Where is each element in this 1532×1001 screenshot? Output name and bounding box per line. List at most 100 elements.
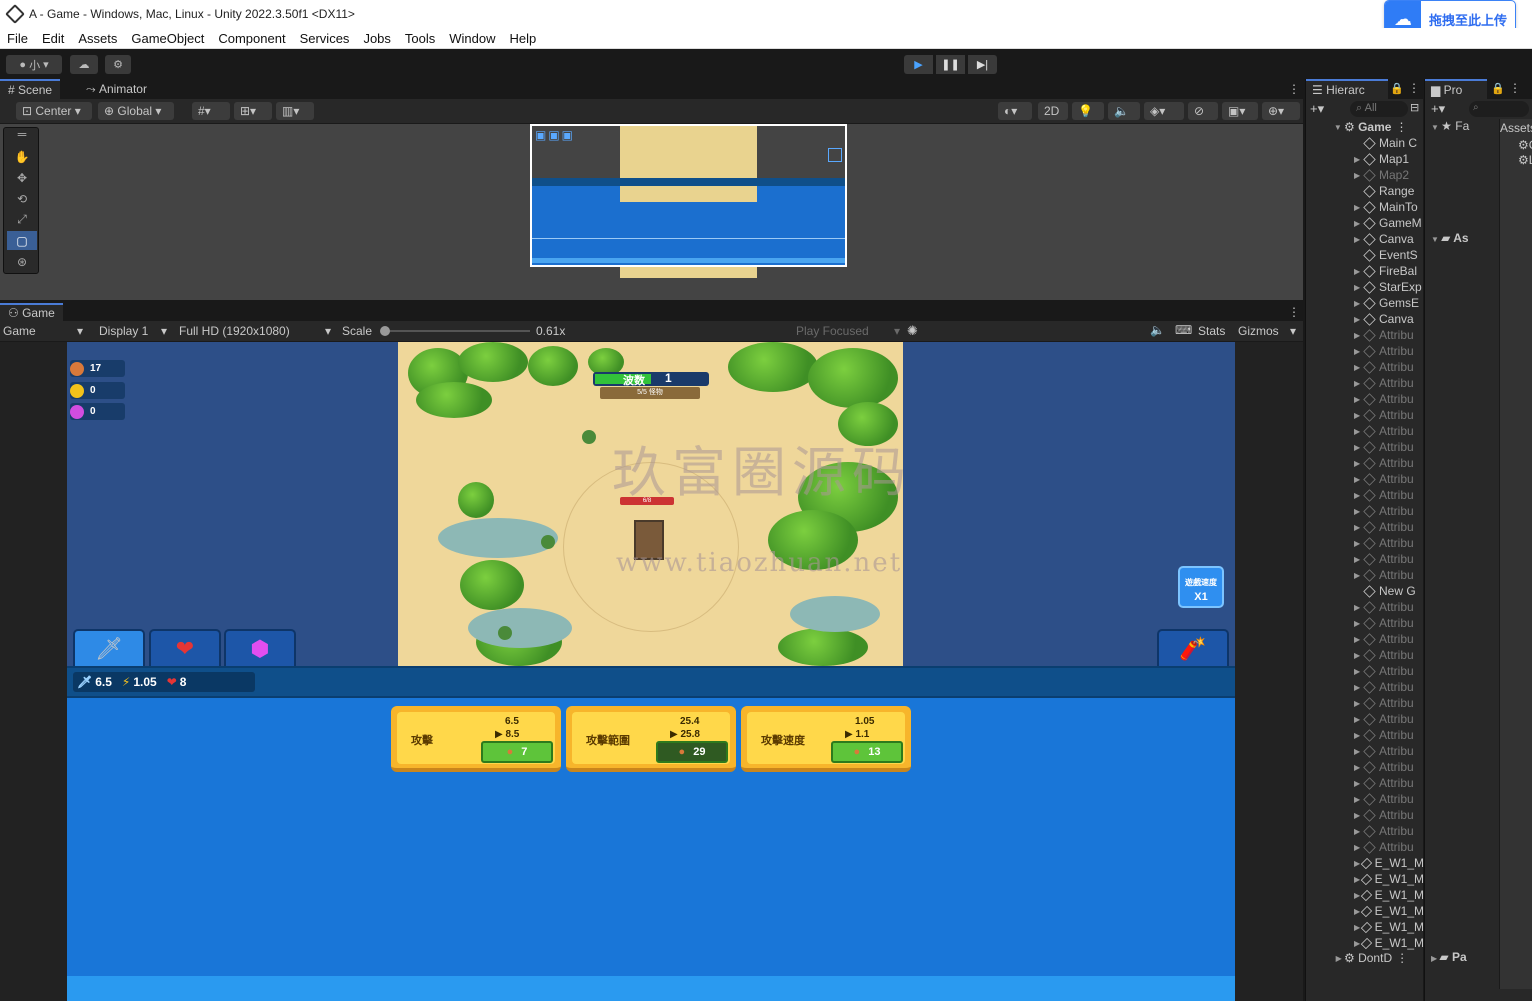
upgrade-cost-button[interactable]: ● 29: [656, 741, 728, 763]
hierarchy-item[interactable]: ▶ Attribu: [1306, 439, 1424, 455]
visibility-icon[interactable]: ⊘: [1188, 102, 1218, 120]
mute-audio-icon[interactable]: 🔈: [1150, 323, 1165, 337]
filter-icon[interactable]: ⊟: [1410, 101, 1419, 114]
audio-icon[interactable]: 🔈: [1108, 102, 1140, 120]
hierarchy-item[interactable]: ▶ Attribu: [1306, 631, 1424, 647]
menu-component[interactable]: Component: [211, 31, 292, 46]
play-button[interactable]: ▶: [904, 55, 933, 74]
hierarchy-search-input[interactable]: ⌕ All: [1350, 101, 1408, 117]
display-dropdown[interactable]: Display 1 ▾: [99, 324, 171, 338]
hierarchy-item[interactable]: ▶ Attribu: [1306, 727, 1424, 743]
menu-assets[interactable]: Assets: [71, 31, 124, 46]
tab-attack[interactable]: 🗡: [73, 629, 145, 666]
upgrade-card-attack[interactable]: 攻擊 6.5 ▶ 8.5 ● 7: [391, 706, 561, 772]
hierarchy-item[interactable]: ▶ Attribu: [1306, 599, 1424, 615]
hierarchy-item[interactable]: ▶ Attribu: [1306, 839, 1424, 855]
grid-snap-button[interactable]: #▾: [192, 102, 230, 120]
hierarchy-item[interactable]: ▶ Attribu: [1306, 487, 1424, 503]
bug-icon[interactable]: ✺: [907, 323, 918, 339]
menu-jobs[interactable]: Jobs: [356, 31, 397, 46]
game-view[interactable]: 波数 1 5/5 怪物 6/8 17 0 0 遊戲速度 X1 🗡 ❤ ⬢ 🧨 🗡: [0, 342, 1303, 1001]
hierarchy-item[interactable]: ▶ E_W1_M: [1306, 871, 1424, 887]
hierarchy-item[interactable]: ▶ E_W1_M: [1306, 919, 1424, 935]
hierarchy-item[interactable]: ▶ E_W1_M: [1306, 935, 1424, 951]
hierarchy-item[interactable]: ▶ Map1: [1306, 151, 1424, 167]
gizmos-icon[interactable]: ⊕▾: [1262, 102, 1300, 120]
scale-slider[interactable]: [382, 330, 530, 332]
menu-file[interactable]: File: [0, 31, 35, 46]
hierarchy-item[interactable]: ▶ Attribu: [1306, 503, 1424, 519]
hierarchy-item[interactable]: ▶ Attribu: [1306, 759, 1424, 775]
tab-gems[interactable]: ⬢: [224, 629, 296, 666]
hierarchy-item[interactable]: ▶ Attribu: [1306, 823, 1424, 839]
hierarchy-item[interactable]: ▶ Attribu: [1306, 535, 1424, 551]
draw-mode-button[interactable]: ◐▾: [998, 102, 1032, 120]
hierarchy-item[interactable]: ▶ Attribu: [1306, 391, 1424, 407]
project-lock-icon[interactable]: 🔒: [1491, 82, 1505, 95]
hierarchy-item[interactable]: ▶ Attribu: [1306, 519, 1424, 535]
game-speed-button[interactable]: 遊戲速度 X1: [1178, 566, 1224, 608]
scale-tool-icon[interactable]: ⤢: [7, 210, 37, 229]
tab-project[interactable]: ▆ Pro: [1425, 79, 1487, 99]
game-menu-kebab-icon[interactable]: ⋮: [1280, 303, 1308, 321]
hierarchy-item[interactable]: ▶ E_W1_M: [1306, 855, 1424, 871]
hand-tool-icon[interactable]: ✋: [7, 147, 37, 166]
menu-window[interactable]: Window: [442, 31, 502, 46]
hierarchy-item[interactable]: EventS: [1306, 247, 1424, 263]
move-tool-icon[interactable]: ✥: [7, 168, 37, 187]
enemy-goblin[interactable]: [582, 430, 596, 444]
menu-gameobject[interactable]: GameObject: [124, 31, 211, 46]
assets-root-node[interactable]: ▼ ▰ As: [1431, 231, 1469, 245]
hierarchy-item[interactable]: Main C: [1306, 135, 1424, 151]
stats-button[interactable]: Stats: [1198, 324, 1225, 338]
pause-button[interactable]: ❚❚: [936, 55, 965, 74]
create-asset-button[interactable]: +▾: [1431, 101, 1445, 117]
hierarchy-item[interactable]: ▶ Attribu: [1306, 343, 1424, 359]
hierarchy-menu-kebab-icon[interactable]: ⋮: [1408, 81, 1420, 95]
project-menu-kebab-icon[interactable]: ⋮: [1509, 81, 1521, 95]
hierarchy-item[interactable]: ▶ Attribu: [1306, 807, 1424, 823]
camera-icon[interactable]: ▣▾: [1222, 102, 1258, 120]
root-kebab-icon[interactable]: ⋮: [1395, 120, 1407, 134]
hierarchy-item[interactable]: ▶ Canva: [1306, 311, 1424, 327]
add-object-button[interactable]: +▾: [1310, 101, 1324, 117]
hierarchy-item[interactable]: ▶ Attribu: [1306, 471, 1424, 487]
hierarchy-item[interactable]: ▶ FireBal: [1306, 263, 1424, 279]
asset-item[interactable]: ⚙Ga: [1500, 135, 1532, 152]
hierarchy-item[interactable]: ▶ Attribu: [1306, 615, 1424, 631]
account-dropdown[interactable]: ● 小 ▾: [6, 55, 62, 74]
view-dropdown[interactable]: Game ▾: [3, 324, 87, 338]
hierarchy-item[interactable]: ▶ Attribu: [1306, 663, 1424, 679]
hierarchy-item[interactable]: ▶ Attribu: [1306, 407, 1424, 423]
menu-services[interactable]: Services: [293, 31, 357, 46]
hierarchy-item[interactable]: ▶ Attribu: [1306, 551, 1424, 567]
hierarchy-item[interactable]: ▶ Attribu: [1306, 567, 1424, 583]
keyboard-icon[interactable]: ⌨: [1175, 323, 1192, 337]
lock-icon[interactable]: 🔒: [1390, 82, 1404, 95]
tab-animator[interactable]: ⤳ Animator: [78, 79, 155, 99]
hierarchy-item[interactable]: ▶ Attribu: [1306, 455, 1424, 471]
hierarchy-item[interactable]: ▶ Canva: [1306, 231, 1424, 247]
resolution-dropdown[interactable]: Full HD (1920x1080) ▾: [179, 324, 331, 338]
hierarchy-root[interactable]: ▼ ⚙ Game ⋮: [1306, 119, 1424, 135]
upgrade-cost-button[interactable]: ● 13: [831, 741, 903, 763]
gizmos-dropdown[interactable]: Gizmos ▾: [1238, 324, 1298, 338]
space-dropdown[interactable]: ⊕ Global ▾: [98, 102, 174, 120]
hierarchy-item[interactable]: ▶ GameM: [1306, 215, 1424, 231]
rect-tool-icon[interactable]: ▢: [7, 231, 37, 250]
tab-hierarchy[interactable]: ☰ Hierarc: [1306, 79, 1388, 99]
collab-button[interactable]: ⚙: [105, 55, 131, 74]
hierarchy-item[interactable]: ▶ GemsE: [1306, 295, 1424, 311]
snap-increment-button[interactable]: ⊞▾: [234, 102, 272, 120]
ruler-button[interactable]: ▥▾: [276, 102, 314, 120]
hierarchy-item[interactable]: Range: [1306, 183, 1424, 199]
favorites-node[interactable]: ▼ ★ Fa: [1431, 119, 1469, 133]
hierarchy-item[interactable]: ▶ Attribu: [1306, 359, 1424, 375]
hierarchy-item[interactable]: ▶ StarExp: [1306, 279, 1424, 295]
upgrade-card-range[interactable]: 攻擊範圍 25.4 ▶ 25.8 ● 29: [566, 706, 736, 772]
upgrade-card-speed[interactable]: 攻擊速度 1.05 ▶ 1.1 ● 13: [741, 706, 911, 772]
tab-health[interactable]: ❤: [149, 629, 221, 666]
cloud-button[interactable]: ☁: [70, 55, 98, 74]
play-focused-dropdown[interactable]: Play Focused ▾: [796, 324, 900, 338]
upgrade-cost-button[interactable]: ● 7: [481, 741, 553, 763]
